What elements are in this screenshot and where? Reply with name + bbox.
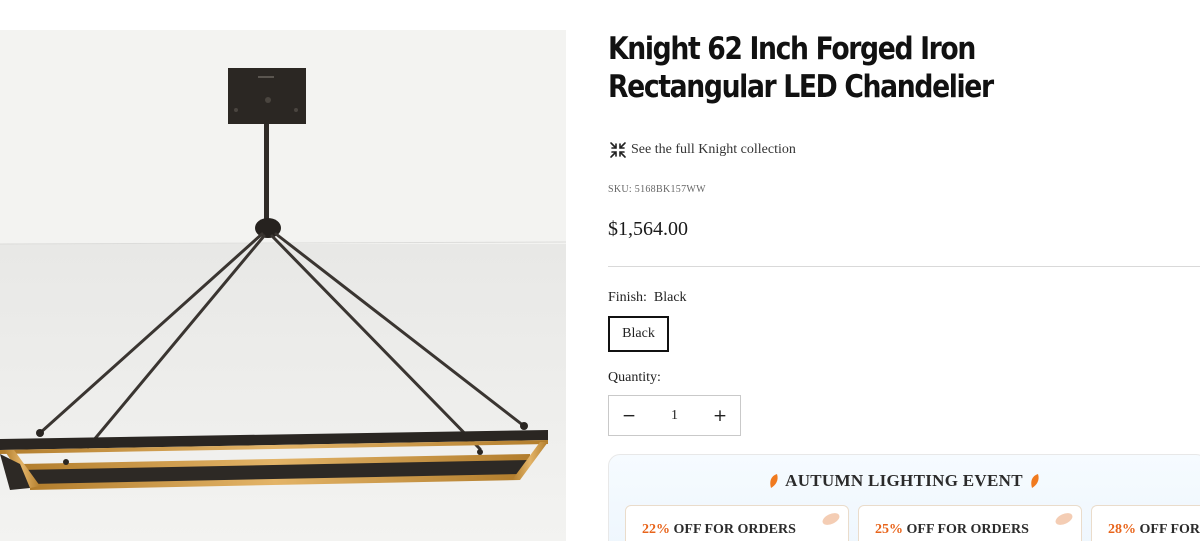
promo-offer-card[interactable]: 22% OFF FOR ORDERS — [625, 505, 849, 541]
price: $1,564.00 — [608, 218, 688, 240]
collapse-arrows-icon — [608, 140, 628, 160]
product-image[interactable] — [0, 30, 566, 541]
offer-percent: 25% — [875, 522, 903, 537]
promo-offer-card[interactable]: 25% OFF FOR ORDERS — [858, 505, 1082, 541]
offer-text: OFF FOR ORDERS — [906, 522, 1029, 537]
finish-label-text: Finish: — [608, 290, 647, 305]
offer-percent: 28% — [1108, 522, 1136, 537]
quantity-input[interactable]: 1 — [649, 408, 700, 424]
quantity-increment-button[interactable]: + — [700, 396, 740, 435]
product-info: Knight 62 Inch Forged Iron Rectangular L… — [608, 0, 1200, 541]
quantity-label: Quantity: — [608, 370, 661, 385]
petal-icon — [1053, 510, 1075, 528]
promo-title: AUTUMN LIGHTING EVENT — [609, 471, 1199, 491]
petal-icon — [820, 510, 842, 528]
promo-banner: AUTUMN LIGHTING EVENT 22% OFF FOR ORDERS… — [608, 454, 1200, 541]
divider — [608, 266, 1200, 267]
collection-link[interactable]: See the full Knight collection — [608, 140, 796, 160]
offer-text: OFF FOR — [1139, 522, 1200, 537]
finish-option-black[interactable]: Black — [608, 316, 669, 352]
quantity-decrement-button[interactable]: − — [609, 396, 649, 435]
autumn-leaf-icon — [768, 473, 779, 489]
product-title: Knight 62 Inch Forged Iron Rectangular L… — [608, 31, 994, 105]
sku: SKU: 5168BK157WW — [608, 184, 706, 195]
offer-text: OFF FOR ORDERS — [673, 522, 796, 537]
finish-selected-value: Black — [653, 290, 687, 305]
promo-offer-card[interactable]: 28% OFF FOR — [1091, 505, 1200, 541]
downrod — [264, 124, 269, 220]
offer-percent: 22% — [642, 522, 670, 537]
promo-title-text: AUTUMN LIGHTING EVENT — [785, 471, 1023, 490]
finish-label: Finish: Black — [608, 290, 687, 306]
autumn-leaf-icon — [1029, 473, 1040, 489]
quantity-stepper: − 1 + — [608, 395, 741, 436]
collection-link-text[interactable]: See the full Knight collection — [631, 142, 796, 158]
chandelier-illustration — [0, 30, 566, 541]
